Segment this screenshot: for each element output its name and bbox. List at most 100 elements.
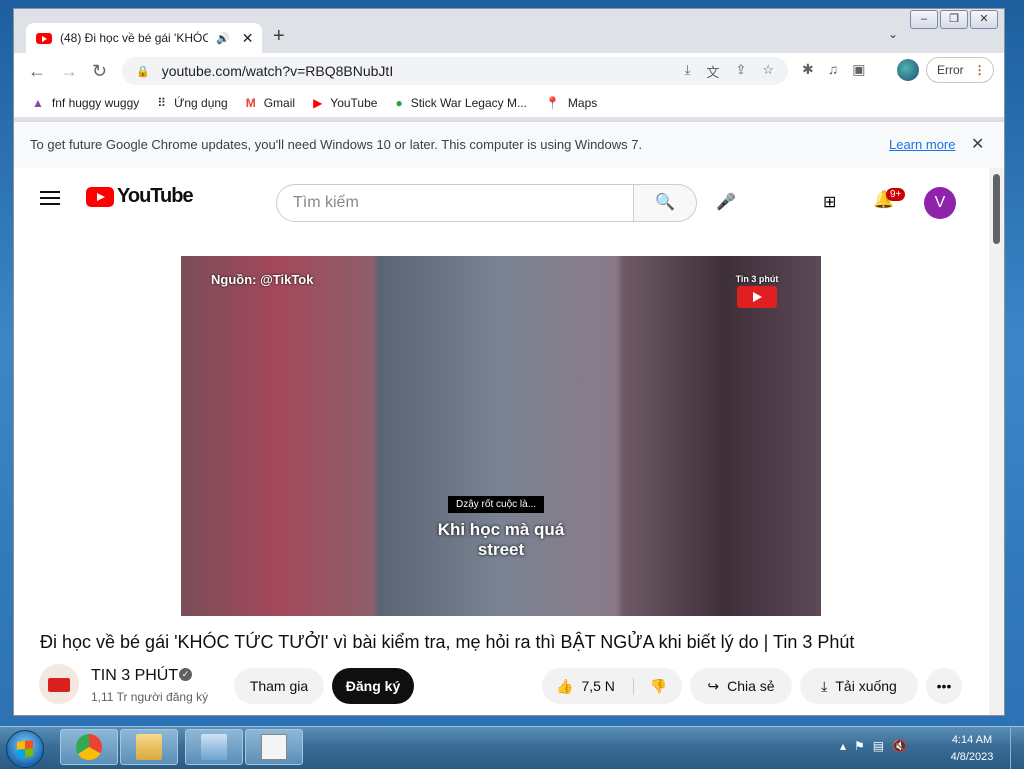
thumbs-down-icon[interactable]: 👎 bbox=[632, 677, 667, 695]
chrome-icon bbox=[76, 734, 102, 760]
notification-badge: 9+ bbox=[886, 188, 906, 201]
bookmark-label: Gmail bbox=[263, 96, 296, 110]
share-icon[interactable]: ⇪ bbox=[735, 62, 746, 81]
extensions-icon[interactable]: ✱ bbox=[802, 61, 814, 78]
taskbar-control-panel[interactable] bbox=[185, 729, 243, 765]
download-button[interactable]: ⤓ Tải xuống bbox=[800, 668, 918, 704]
toolbar: ← → ↻ 🔒 youtube.com/watch?v=RBQ8BNubJtI … bbox=[14, 53, 1004, 89]
bookmark-item[interactable]: ▶ YouTube bbox=[313, 96, 377, 110]
taskbar-chrome[interactable] bbox=[60, 729, 118, 765]
update-infobar: To get future Google Chrome updates, you… bbox=[14, 121, 1004, 169]
taskbar-explorer[interactable] bbox=[120, 729, 178, 765]
speaker-icon[interactable]: 🔊 bbox=[216, 32, 230, 45]
bookmark-item[interactable]: 📍 Maps bbox=[545, 96, 597, 110]
close-infobar-icon[interactable]: ✕ bbox=[971, 134, 984, 154]
windows-taskbar: ▴ ⚑ ▤ 🔇 4:14 AM 4/8/2023 bbox=[0, 726, 1024, 769]
taskbar-notepad[interactable] bbox=[245, 729, 303, 765]
network-icon[interactable]: ▤ bbox=[873, 739, 884, 753]
stickwar-icon: ● bbox=[395, 96, 403, 110]
show-desktop-button[interactable] bbox=[1010, 727, 1024, 769]
system-clock[interactable]: 4:14 AM 4/8/2023 bbox=[942, 732, 1002, 766]
subscribe-button[interactable]: Đăng ký bbox=[332, 668, 414, 704]
video-source-overlay: Nguồn: @TikTok bbox=[211, 272, 314, 287]
share-label: Chia sẻ bbox=[727, 678, 775, 694]
media-control-icon[interactable]: ♫ bbox=[828, 61, 839, 78]
tab-title: (48) Đi học về bé gái 'KHÓC bbox=[60, 31, 208, 45]
show-hidden-icons-icon[interactable]: ▴ bbox=[840, 739, 846, 753]
bookmark-item[interactable]: M Gmail bbox=[246, 96, 295, 110]
lock-icon[interactable]: 🔒 bbox=[136, 65, 150, 78]
translate-icon[interactable]: 文 bbox=[706, 62, 719, 81]
menu-dots-icon[interactable]: ⋮ bbox=[974, 63, 986, 77]
browser-tab[interactable]: (48) Đi học về bé gái 'KHÓC 🔊 ✕ bbox=[26, 23, 262, 53]
scrollbar-thumb[interactable] bbox=[993, 174, 1000, 244]
page-scrollbar[interactable] bbox=[989, 168, 1004, 715]
youtube-play-icon bbox=[86, 186, 114, 207]
tab-search-chevron-icon[interactable]: ⌄ bbox=[888, 27, 898, 41]
clock-time: 4:14 AM bbox=[951, 734, 993, 746]
video-player[interactable]: Nguồn: @TikTok Tin 3 phút Dzậy rốt cuộc … bbox=[181, 256, 821, 616]
video-caption-large: Khi học mà quá street bbox=[437, 520, 565, 559]
youtube-logo[interactable]: YouTube bbox=[86, 185, 194, 208]
error-label: Error bbox=[937, 63, 964, 77]
search-input[interactable]: Tìm kiếm bbox=[276, 184, 634, 222]
url-text[interactable]: youtube.com/watch?v=RBQ8BNubJtI bbox=[162, 63, 394, 79]
install-icon[interactable]: ⤓ bbox=[685, 62, 691, 81]
minimize-button[interactable]: – bbox=[910, 10, 938, 29]
apps-icon: ⠿ bbox=[157, 96, 167, 110]
verified-check-icon: ✓ bbox=[179, 668, 192, 681]
account-avatar[interactable]: V bbox=[924, 187, 956, 219]
profile-avatar[interactable] bbox=[897, 59, 919, 81]
close-window-button[interactable]: ✕ bbox=[970, 10, 998, 29]
youtube-page: YouTube Tìm kiếm 🔍 🎤 ⊞ 🔔 9+ V Nguồn: @Ti… bbox=[14, 168, 989, 715]
watermark-label: Tin 3 phút bbox=[735, 274, 779, 284]
volume-muted-icon[interactable]: 🔇 bbox=[892, 739, 907, 753]
forward-arrow-icon[interactable]: → bbox=[60, 61, 78, 82]
address-bar[interactable]: 🔒 youtube.com/watch?v=RBQ8BNubJtI ⤓ 文 ⇪ … bbox=[122, 57, 788, 85]
create-video-icon[interactable]: ⊞ bbox=[823, 192, 836, 212]
youtube-icon: ▶ bbox=[313, 96, 323, 110]
clapperboard-icon bbox=[737, 286, 777, 308]
video-caption-small: Dzậy rốt cuộc là... bbox=[448, 496, 545, 513]
bookmark-item[interactable]: ▲ fnf huggy wuggy bbox=[32, 96, 139, 110]
channel-avatar[interactable] bbox=[39, 664, 79, 704]
maps-icon: 📍 bbox=[544, 96, 560, 110]
download-icon: ⤓ bbox=[821, 677, 828, 694]
profile-error-button[interactable]: Error ⋮ bbox=[926, 57, 994, 83]
clapperboard-icon bbox=[48, 678, 70, 692]
subscriber-count: 1,11 Tr người đăng ký bbox=[91, 690, 209, 704]
reload-icon[interactable]: ↻ bbox=[92, 61, 107, 82]
side-panel-icon[interactable]: ▣ bbox=[852, 61, 865, 78]
channel-name[interactable]: TIN 3 PHÚT bbox=[91, 667, 178, 685]
infobar-message: To get future Google Chrome updates, you… bbox=[30, 137, 643, 152]
thumbs-up-icon[interactable]: 👍 bbox=[556, 678, 573, 695]
bookmark-label: fnf huggy wuggy bbox=[51, 96, 140, 110]
back-arrow-icon[interactable]: ← bbox=[28, 61, 46, 82]
learn-more-link[interactable]: Learn more bbox=[889, 137, 955, 152]
download-label: Tải xuống bbox=[835, 678, 897, 694]
youtube-favicon-icon bbox=[36, 32, 52, 44]
start-button[interactable] bbox=[6, 730, 44, 768]
share-button[interactable]: ↪ Chia sẻ bbox=[690, 668, 792, 704]
bookmark-star-icon[interactable]: ☆ bbox=[762, 62, 774, 81]
more-actions-button[interactable]: ••• bbox=[926, 668, 962, 704]
folder-icon bbox=[136, 734, 162, 760]
browser-window: – ❐ ✕ (48) Đi học về bé gái 'KHÓC 🔊 ✕ + … bbox=[13, 8, 1005, 716]
like-count[interactable]: 7,5 N bbox=[581, 678, 614, 694]
new-tab-button[interactable]: + bbox=[273, 25, 285, 48]
window-controls: – ❐ ✕ bbox=[910, 10, 998, 29]
microphone-icon[interactable]: 🎤 bbox=[716, 192, 736, 212]
search-icon: 🔍 bbox=[655, 194, 675, 211]
notepad-icon bbox=[261, 734, 287, 760]
search-button[interactable]: 🔍 bbox=[634, 184, 697, 222]
restore-button[interactable]: ❐ bbox=[940, 10, 968, 29]
close-tab-icon[interactable]: ✕ bbox=[242, 30, 254, 47]
bookmark-item[interactable]: ● Stick War Legacy M... bbox=[395, 96, 527, 110]
hamburger-menu-icon[interactable] bbox=[40, 187, 60, 209]
bookmark-item[interactable]: ⠿ Ứng dụng bbox=[157, 96, 227, 110]
control-panel-icon bbox=[201, 734, 227, 760]
bookmark-label: Maps bbox=[567, 96, 598, 110]
like-dislike-group: 👍 7,5 N 👎 bbox=[542, 668, 682, 704]
flag-icon[interactable]: ⚑ bbox=[854, 739, 865, 753]
join-button[interactable]: Tham gia bbox=[234, 668, 324, 704]
